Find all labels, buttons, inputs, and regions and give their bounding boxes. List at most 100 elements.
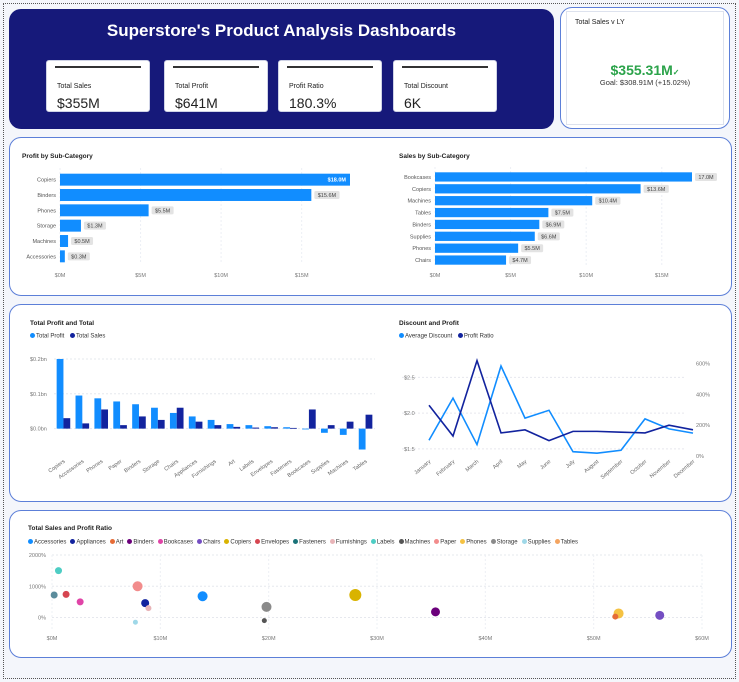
column-bar — [308, 409, 316, 429]
x-tick-label: $20M — [262, 636, 276, 642]
column-bar — [207, 419, 215, 429]
column-bar — [138, 416, 146, 429]
category-label: Chairs — [415, 258, 431, 264]
x-tick-label: Art — [227, 458, 237, 467]
bar — [435, 255, 507, 265]
x-tick-label: Storage — [142, 459, 161, 475]
bar — [435, 196, 593, 206]
scatter-point — [431, 607, 440, 617]
data-label: $15.6M — [318, 193, 337, 199]
category-label: Machines — [407, 199, 431, 205]
scatter-point — [145, 605, 152, 612]
x-tick-label: Binders — [123, 459, 142, 475]
x-tick-label: February — [436, 459, 457, 478]
category-label: Storage — [37, 224, 56, 230]
scatter-point — [62, 590, 70, 598]
y-tick-label: $0.2bn — [30, 357, 47, 363]
y-tick-label-right: 400% — [696, 392, 710, 398]
category-label: Copiers — [37, 178, 56, 184]
bar — [435, 219, 540, 230]
x-tick-label: $0M — [430, 273, 441, 279]
column-bar — [302, 428, 309, 430]
y-tick-label-left: $2.0 — [404, 411, 415, 417]
data-label: $7.5M — [555, 211, 571, 217]
category-label: Binders — [412, 222, 431, 228]
column-bar — [214, 425, 222, 429]
y-tick-label: $0.0bn — [30, 427, 47, 433]
bar — [435, 172, 692, 182]
y-tick-label-left: $2.5 — [404, 375, 415, 381]
column-bar — [195, 421, 203, 429]
scatter-point — [612, 613, 619, 620]
x-tick-label: $30M — [370, 636, 384, 642]
scatter-point — [655, 610, 665, 620]
x-tick-label: $10M — [214, 273, 228, 279]
scatter-point — [349, 589, 362, 601]
column-bar — [157, 419, 165, 429]
column-bar — [245, 425, 253, 429]
charts-canvas: $0M $5M $10M $15M Copiers $18.0M Binders $15.6M… — [26, 167, 717, 642]
column-bar — [358, 428, 366, 450]
y-tick-label: 0% — [38, 616, 46, 622]
category-label: Phones — [412, 246, 431, 252]
scatter-point — [261, 601, 272, 612]
data-label: $5.5M — [524, 246, 540, 252]
data-label: $6.6M — [541, 234, 557, 240]
x-tick-label: Tables — [352, 459, 369, 473]
x-tick-label: March — [465, 459, 481, 473]
column-bar — [339, 428, 347, 435]
column-bar — [233, 426, 241, 429]
category-label: Supplies — [410, 234, 431, 240]
column-bar — [113, 401, 121, 429]
bar — [60, 204, 149, 217]
scatter-point — [76, 598, 84, 606]
bar — [60, 173, 350, 186]
bar — [60, 189, 312, 201]
column-bar — [82, 423, 90, 429]
column-bar — [365, 414, 373, 429]
data-label: $18.0M — [328, 178, 347, 184]
column-bar — [94, 398, 102, 429]
x-tick-label: December — [673, 459, 696, 480]
column-bar — [226, 424, 234, 429]
column-bar — [188, 416, 196, 429]
x-tick-label: October — [629, 459, 648, 476]
column-bar — [264, 426, 272, 429]
category-label: Binders — [37, 193, 56, 199]
x-tick-label: Phones — [86, 459, 105, 475]
category-label: Tables — [415, 211, 431, 217]
bar — [60, 235, 69, 247]
category-label: Machines — [32, 239, 56, 245]
bar — [435, 207, 549, 218]
x-tick-label: $5M — [135, 273, 146, 279]
column-bar — [120, 425, 127, 429]
column-bar — [75, 395, 83, 429]
x-tick-label: Paper — [108, 459, 124, 472]
column-bar — [56, 358, 64, 429]
column-bar — [252, 427, 260, 429]
scatter-point — [261, 618, 267, 624]
y-tick-label-right: 0% — [696, 454, 704, 460]
x-tick-label: June — [539, 459, 552, 471]
scatter-point — [55, 567, 62, 575]
column-bar — [346, 421, 354, 429]
x-tick-label: $5M — [505, 273, 516, 279]
x-tick-label: August — [583, 459, 600, 475]
data-label: $10.4M — [599, 199, 618, 205]
column-bar — [271, 427, 278, 429]
x-tick-label: $60M — [695, 636, 709, 642]
column-bar — [290, 427, 297, 429]
x-tick-label: $0M — [55, 273, 66, 279]
x-tick-label: $50M — [587, 636, 601, 642]
data-label: $0.5M — [74, 239, 90, 245]
x-tick-label: $0M — [47, 636, 58, 642]
x-tick-label: November — [649, 459, 672, 480]
data-label: $13.6M — [647, 187, 666, 193]
bar — [60, 250, 65, 263]
x-tick-label: Machines — [327, 459, 350, 478]
x-tick-label: April — [492, 459, 504, 471]
column-bar — [327, 425, 335, 429]
column-bar — [320, 428, 328, 433]
x-tick-label: $40M — [478, 636, 492, 642]
x-tick-label: $10M — [579, 273, 593, 279]
